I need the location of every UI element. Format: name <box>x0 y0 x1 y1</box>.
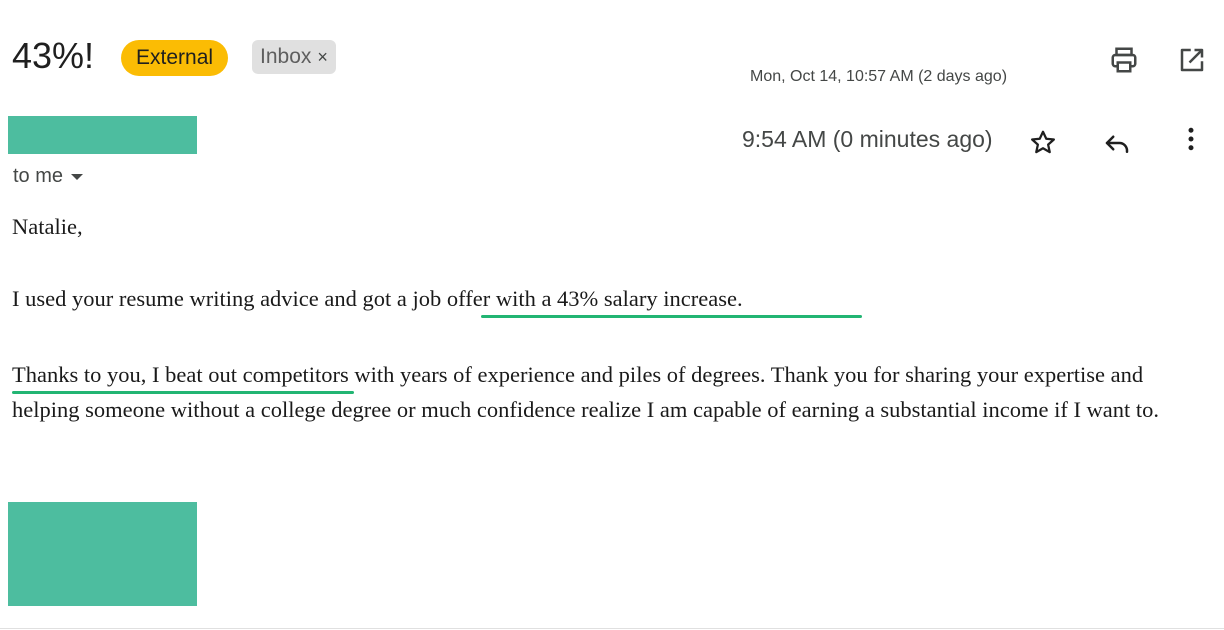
email-subject: 43%! <box>12 35 95 76</box>
highlight-underline <box>481 315 862 318</box>
remove-label-icon[interactable]: × <box>317 40 328 74</box>
inbox-label-chip[interactable]: Inbox × <box>252 40 336 74</box>
divider <box>0 628 1224 629</box>
print-icon[interactable] <box>1106 42 1142 78</box>
email-greeting: Natalie, <box>12 214 83 239</box>
redacted-sender-name <box>8 116 197 154</box>
recipient-label: to me <box>13 165 64 187</box>
open-in-new-window-icon[interactable] <box>1174 42 1210 78</box>
redacted-signature <box>8 502 197 606</box>
chevron-down-icon <box>71 174 84 180</box>
reply-icon[interactable] <box>1098 124 1136 162</box>
message-time: 9:54 AM (0 minutes ago) <box>742 126 993 152</box>
recipient-details-toggle[interactable]: to me <box>13 164 84 188</box>
thread-date: Mon, Oct 14, 10:57 AM (2 days ago) <box>750 68 1008 85</box>
email-body-line: I used your resume writing advice and go… <box>12 286 743 311</box>
star-icon[interactable] <box>1024 124 1062 162</box>
more-vert-icon[interactable] <box>1172 120 1210 158</box>
highlight-underline <box>12 391 354 394</box>
inbox-label-text: Inbox <box>260 45 312 68</box>
external-label-badge: External <box>121 40 229 76</box>
